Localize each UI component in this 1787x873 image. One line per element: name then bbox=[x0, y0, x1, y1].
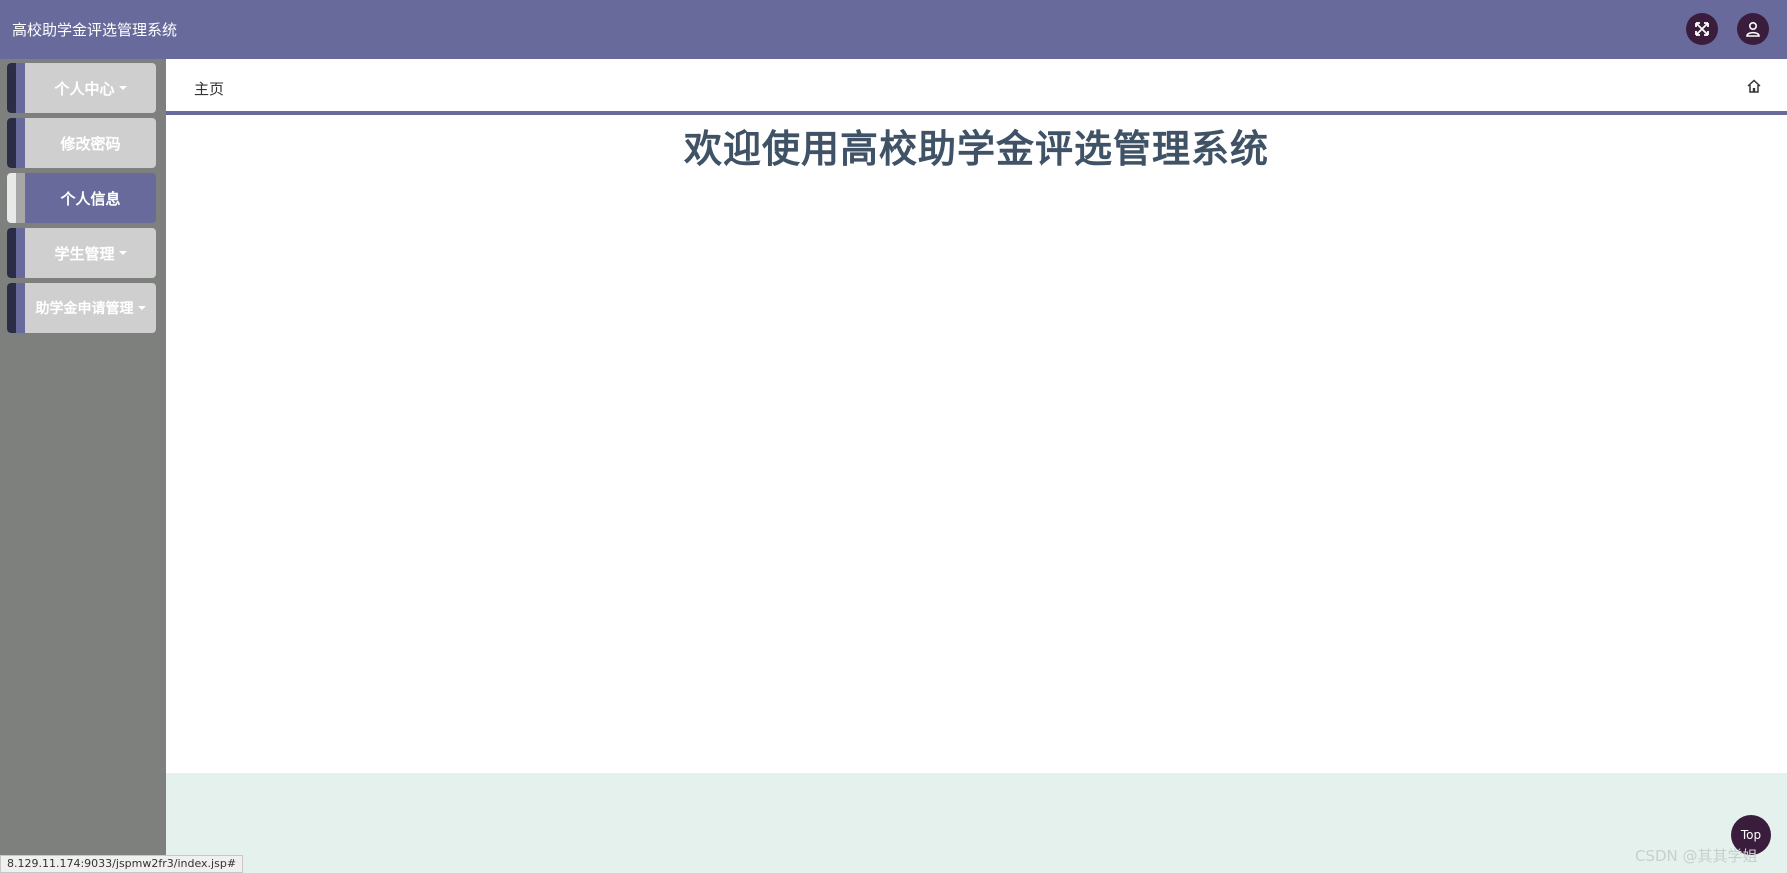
breadcrumb-home-link[interactable]: 主页 bbox=[194, 78, 224, 99]
status-bar-url: 8.129.11.174:9033/jspmw2fr3/index.jsp# bbox=[0, 855, 244, 873]
sidebar: 个人中心 修改密码 个人信息 学生管理 助学金申请管理 bbox=[0, 59, 166, 873]
sidebar-item-student-management[interactable]: 学生管理 bbox=[7, 228, 156, 278]
user-menu-button[interactable] bbox=[1737, 13, 1769, 45]
sidebar-item-label: 学生管理 bbox=[54, 244, 115, 263]
breadcrumb: 主页 bbox=[166, 59, 1787, 115]
watermark-text: CSDN @其其学姐 bbox=[1635, 847, 1758, 865]
footer-band bbox=[166, 773, 1787, 873]
home-icon[interactable] bbox=[1746, 78, 1762, 94]
caret-down-icon bbox=[118, 86, 127, 90]
sidebar-item-grant-application[interactable]: 助学金申请管理 bbox=[7, 283, 156, 333]
page-title: 欢迎使用高校助学金评选管理系统 bbox=[683, 127, 1269, 171]
sidebar-item-label: 个人中心 bbox=[54, 79, 115, 98]
caret-down-icon bbox=[118, 251, 127, 255]
sidebar-item-label: 个人信息 bbox=[60, 189, 121, 208]
sidebar-item-label: 助学金申请管理 bbox=[35, 301, 134, 317]
sidebar-item-personal-center[interactable]: 个人中心 bbox=[7, 63, 156, 113]
sidebar-item-change-password[interactable]: 修改密码 bbox=[7, 118, 156, 168]
expand-arrows-icon bbox=[1695, 22, 1709, 36]
fullscreen-button[interactable] bbox=[1686, 13, 1718, 45]
caret-down-icon bbox=[137, 306, 146, 310]
sidebar-item-label: 修改密码 bbox=[60, 134, 121, 153]
app-title: 高校助学金评选管理系统 bbox=[12, 21, 178, 39]
top-header: 高校助学金评选管理系统 bbox=[0, 0, 1787, 59]
sidebar-item-personal-info[interactable]: 个人信息 bbox=[7, 173, 156, 223]
user-icon bbox=[1746, 21, 1760, 37]
